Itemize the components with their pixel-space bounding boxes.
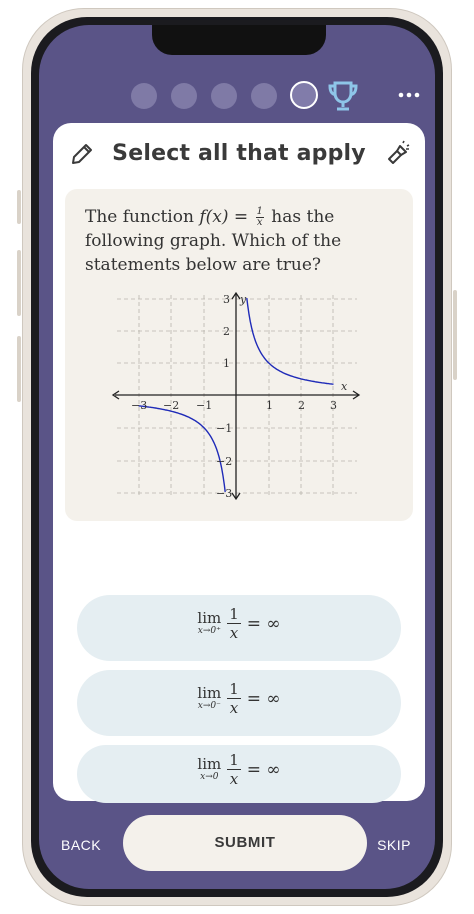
limit-subscript: x→0⁻ bbox=[197, 701, 221, 711]
back-button[interactable]: BACK bbox=[61, 837, 101, 853]
submit-button[interactable]: SUBMIT bbox=[123, 815, 367, 871]
camera-notch bbox=[152, 25, 326, 55]
y-axis-label: y bbox=[239, 293, 247, 306]
y-tick-label: −2 bbox=[216, 455, 232, 468]
limit-operator: lim x→0⁻ bbox=[197, 685, 221, 712]
volume-up-button bbox=[17, 250, 21, 316]
fraction: 1x bbox=[255, 207, 264, 228]
bottom-navigation: BACK SUBMIT SKIP bbox=[39, 811, 435, 883]
question-text-start: The function bbox=[85, 207, 200, 227]
limit-subscript: x→0 bbox=[200, 772, 219, 782]
phone-frame: Select all that apply The function f(x) … bbox=[22, 8, 452, 906]
skip-button[interactable]: SKIP bbox=[377, 837, 411, 853]
question-panel: The function f(x) = 1x has the following… bbox=[65, 189, 413, 521]
limit-word: lim bbox=[197, 755, 222, 773]
x-tick-label: 2 bbox=[298, 399, 305, 412]
limit-word: lim bbox=[197, 609, 222, 627]
more-options-icon[interactable] bbox=[397, 91, 421, 99]
x-tick-label: −2 bbox=[163, 399, 179, 412]
y-tick-label: 2 bbox=[223, 325, 230, 338]
curve-negative-branch bbox=[138, 405, 226, 492]
function-graph: x y −3 −2 −1 1 2 3 3 2 1 −1 −2 −3 bbox=[111, 291, 361, 501]
limit-operator: lim x→0 bbox=[197, 756, 221, 783]
progress-dot-current bbox=[290, 81, 318, 109]
x-tick-label: 1 bbox=[266, 399, 273, 412]
question-text: The function f(x) = 1x has the following… bbox=[85, 205, 397, 277]
progress-dot bbox=[211, 83, 237, 109]
card-title: Select all that apply bbox=[112, 141, 366, 166]
fraction-denominator: x bbox=[229, 699, 239, 717]
x-tick-label: −1 bbox=[196, 399, 212, 412]
fraction-denominator: x bbox=[229, 770, 239, 788]
fraction-numerator: 1 bbox=[227, 680, 241, 699]
limit-word: lim bbox=[197, 684, 222, 702]
answer-option[interactable]: lim x→0⁺ 1x = ∞ bbox=[77, 595, 401, 661]
fraction-numerator: 1 bbox=[227, 605, 241, 624]
function-expression: f(x) = bbox=[199, 207, 254, 227]
x-tick-label: −3 bbox=[131, 399, 147, 412]
fraction-numerator: 1 bbox=[227, 751, 241, 770]
phone-bezel: Select all that apply The function f(x) … bbox=[31, 17, 443, 897]
progress-dot bbox=[131, 83, 157, 109]
flashlight-hint-icon[interactable] bbox=[383, 139, 411, 167]
fraction-denominator: x bbox=[229, 624, 239, 642]
progress-dot bbox=[251, 83, 277, 109]
app-screen: Select all that apply The function f(x) … bbox=[39, 25, 435, 889]
y-tick-label: −3 bbox=[216, 487, 232, 500]
volume-down-button bbox=[17, 336, 21, 402]
power-button bbox=[453, 290, 457, 380]
fraction: 1x bbox=[227, 751, 241, 788]
y-tick-label: 1 bbox=[223, 357, 230, 370]
equation-rhs: = ∞ bbox=[246, 613, 281, 634]
curve-positive-branch bbox=[246, 298, 334, 385]
grid-lines bbox=[117, 295, 357, 497]
mute-switch bbox=[17, 190, 21, 224]
progress-dot bbox=[171, 83, 197, 109]
x-axis-label: x bbox=[341, 380, 348, 393]
progress-indicator bbox=[39, 77, 435, 113]
equation-rhs: = ∞ bbox=[246, 688, 281, 709]
trophy-icon bbox=[328, 81, 358, 111]
equation-rhs: = ∞ bbox=[246, 759, 281, 780]
limit-subscript: x→0⁺ bbox=[197, 626, 221, 636]
y-tick-label: −1 bbox=[216, 422, 232, 435]
fraction: 1x bbox=[227, 605, 241, 642]
y-tick-label: 3 bbox=[223, 293, 230, 306]
answer-option[interactable]: lim x→0⁻ 1x = ∞ bbox=[77, 670, 401, 736]
fraction-denominator: x bbox=[256, 217, 263, 228]
answer-option[interactable]: lim x→0 1x = ∞ bbox=[77, 745, 401, 803]
question-card: Select all that apply The function f(x) … bbox=[53, 123, 425, 803]
fraction: 1x bbox=[227, 680, 241, 717]
limit-operator: lim x→0⁺ bbox=[197, 610, 221, 637]
x-tick-label: 3 bbox=[330, 399, 337, 412]
